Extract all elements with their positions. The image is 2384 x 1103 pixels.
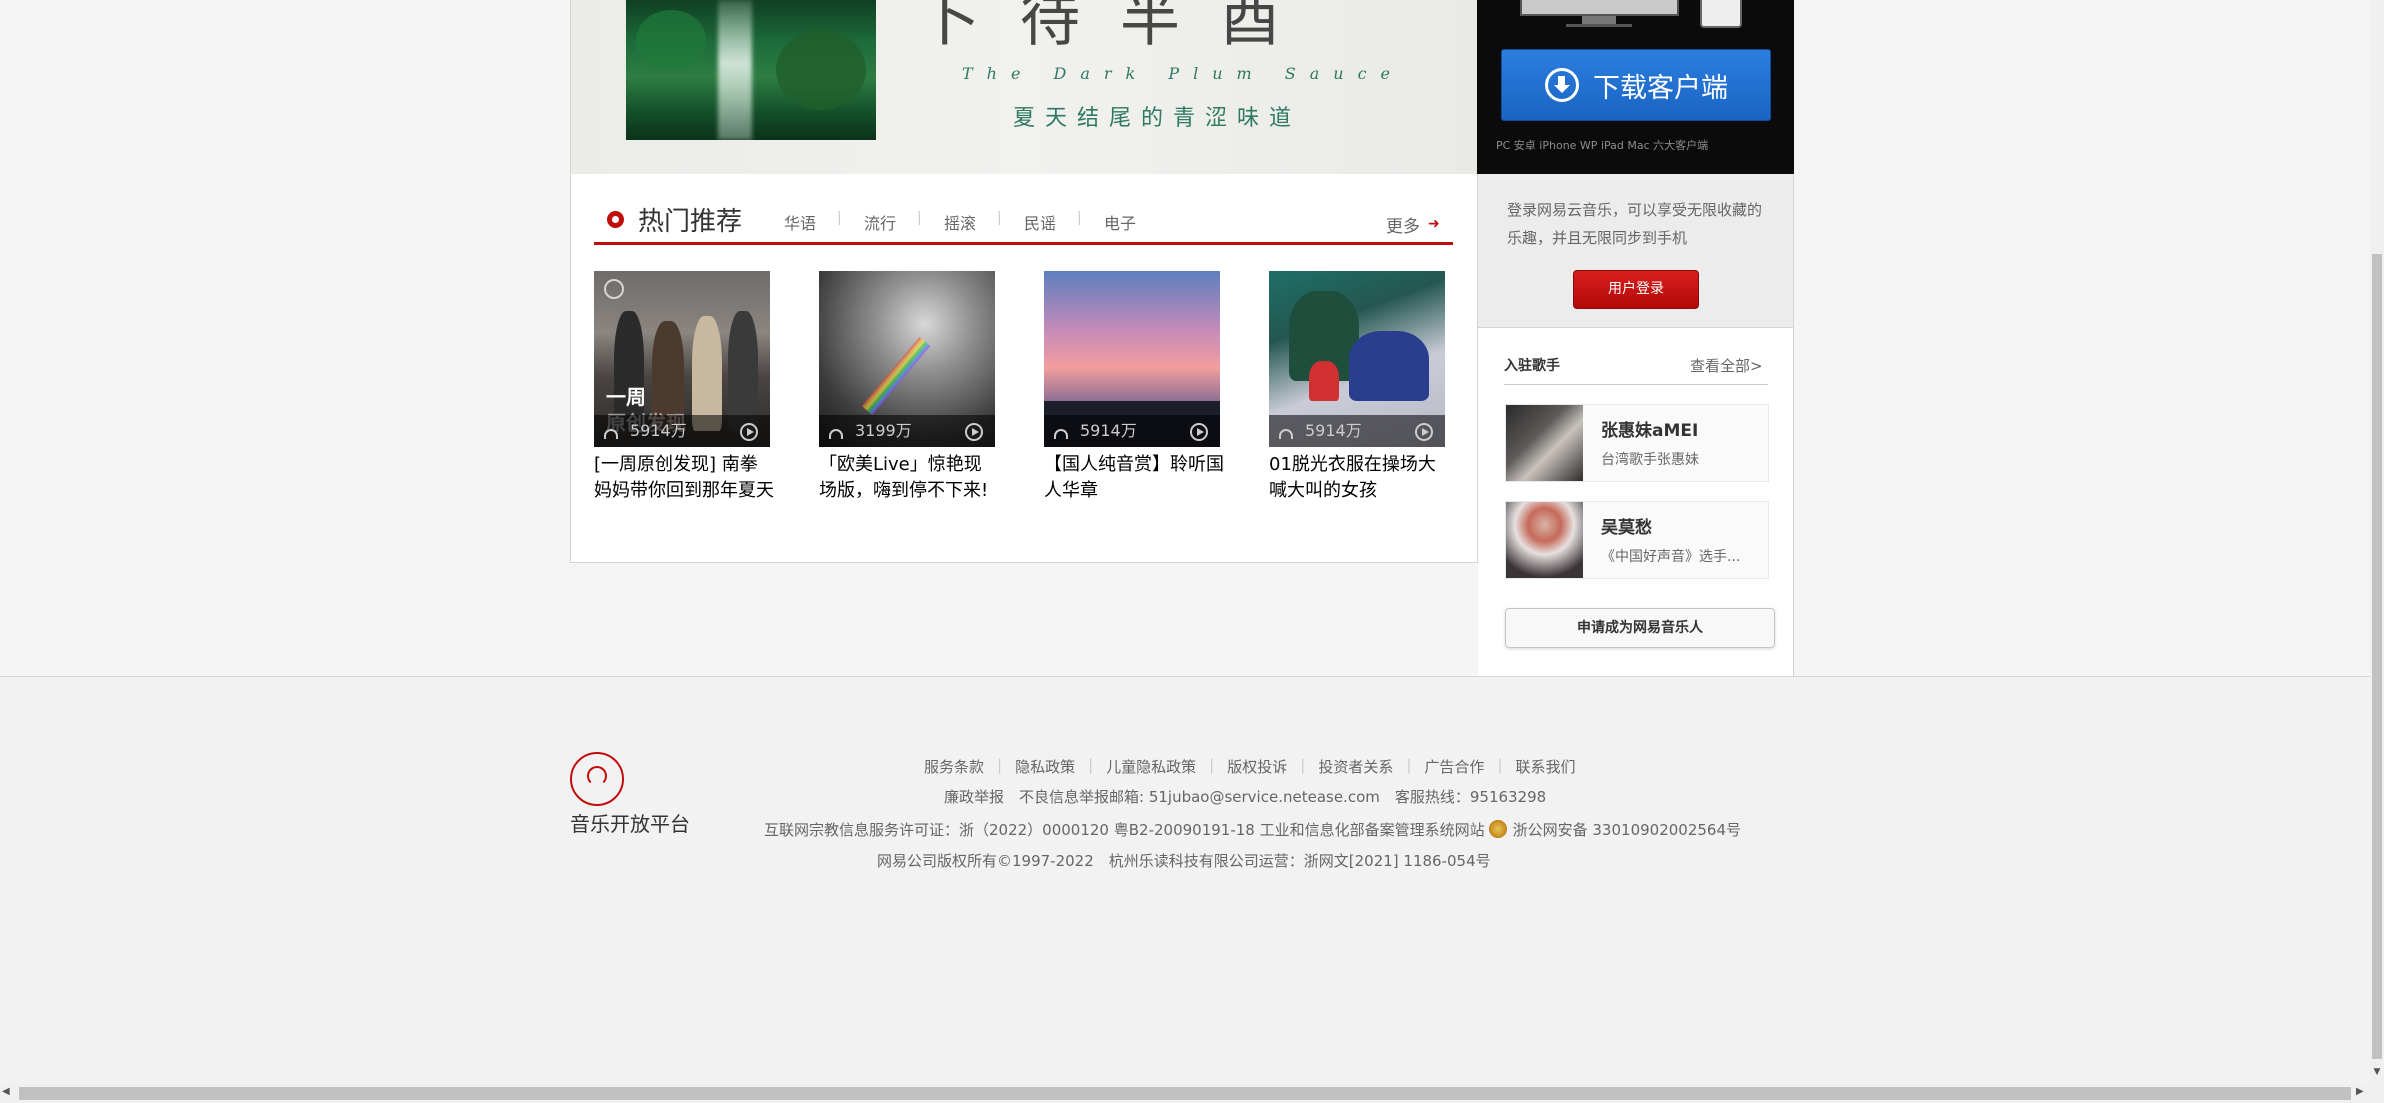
tab-separator: | [837, 210, 842, 226]
playlist-cover[interactable]: 5914万 [1044, 271, 1220, 447]
play-icon[interactable] [1190, 423, 1208, 441]
play-icon[interactable] [740, 423, 758, 441]
scroll-left-icon[interactable]: ◀ [2, 1086, 10, 1097]
banner-slogan: 夏天结尾的青涩味道 [1013, 106, 1302, 131]
banner-calligraphy: 卜待半酉 [920, 0, 1320, 55]
tab-folk[interactable]: 民谣 [1024, 210, 1056, 234]
download-client-button[interactable]: 下载客户端 [1501, 49, 1771, 121]
footer [0, 676, 2370, 1085]
tab-separator: | [917, 210, 922, 226]
footer-copyright-line: 网易公司版权所有©1997-2022 杭州乐读科技有限公司运营：浙网文[2021… [877, 852, 1491, 870]
footer-link-contact[interactable]: 联系我们 [1515, 756, 1575, 777]
footer-report-line: 廉政举报 不良信息举报邮箱: 51jubao@service.netease.c… [944, 788, 1547, 806]
arrow-right-icon[interactable]: ➜ [1428, 216, 1440, 232]
tab-electronic[interactable]: 电子 [1104, 210, 1136, 234]
singer-card[interactable]: 张惠妹aMEI 台湾歌手张惠妹 [1505, 404, 1769, 482]
cover-overlay-text: 一周 [606, 385, 646, 409]
tab-separator: | [1077, 210, 1082, 226]
footer-link-investors[interactable]: 投资者关系 [1318, 756, 1393, 777]
singer-name: 吴莫愁 [1601, 518, 1652, 538]
banner-waterfall-image [626, 0, 876, 140]
footer-license-line: 互联网宗教信息服务许可证：浙（2022）0000120 粤B2-20090191… [764, 819, 1741, 840]
user-login-button[interactable]: 用户登录 [1573, 270, 1699, 309]
devices-illustration [1520, 0, 1750, 30]
scroll-down-icon[interactable]: ▼ [2370, 1060, 2384, 1084]
license-text[interactable]: 互联网宗教信息服务许可证：浙（2022）0000120 粤B2-20090191… [764, 821, 1485, 839]
footer-link-child-privacy[interactable]: 儿童隐私政策 [1106, 756, 1196, 777]
singer-card[interactable]: 吴莫愁 《中国好声音》选手... [1505, 501, 1769, 579]
download-platforms: PC 安卓 iPhone WP iPad Mac 六大客户端 [1496, 139, 1709, 152]
hot-recommend-title[interactable]: 热门推荐 [638, 201, 742, 238]
footer-link-copyright[interactable]: 版权投诉 [1227, 756, 1287, 777]
police-record-text[interactable]: 浙公网安备 33010902002564号 [1513, 821, 1741, 839]
play-icon[interactable] [965, 423, 983, 441]
singers-title: 入驻歌手 [1504, 358, 1560, 374]
tab-pop[interactable]: 流行 [864, 210, 896, 234]
playlist-title[interactable]: 01脱光衣服在操场大喊大叫的女孩 [1269, 452, 1449, 504]
singers-divider [1504, 384, 1768, 385]
tab-rock[interactable]: 摇滚 [944, 210, 976, 234]
footer-links: 服务条款 | 隐私政策 | 儿童隐私政策 | 版权投诉 | 投资者关系 | 广告合作 | 联… [924, 756, 1576, 777]
headphone-icon [1054, 429, 1068, 439]
play-count: 3199万 [855, 421, 912, 440]
vertical-scrollbar-thumb[interactable] [2372, 254, 2382, 1059]
footer-link-terms[interactable]: 服务条款 [924, 756, 984, 777]
view-all-singers-link[interactable]: 查看全部> [1690, 355, 1763, 376]
banner-subtitle: The Dark Plum Sauce [962, 64, 1405, 83]
playlist-cover[interactable]: 3199万 [819, 271, 995, 447]
playlist-cover[interactable]: 5914万 [1269, 271, 1445, 447]
download-icon [1545, 68, 1579, 102]
headphone-icon [604, 429, 618, 439]
hot-recommend-icon [607, 211, 624, 228]
download-client-label: 下载客户端 [1593, 72, 1728, 104]
footer-link-privacy[interactable]: 隐私政策 [1015, 756, 1075, 777]
playlist-title[interactable]: 「欧美Live」惊艳现场版，嗨到停不下来! [819, 452, 999, 504]
play-count: 5914万 [630, 421, 687, 440]
singer-avatar [1506, 405, 1583, 481]
singer-desc: 台湾歌手张惠妹 [1601, 452, 1699, 468]
footer-link-ads[interactable]: 广告合作 [1424, 756, 1484, 777]
headphone-icon [829, 429, 843, 439]
play-icon[interactable] [1415, 423, 1433, 441]
police-badge-icon [1488, 820, 1507, 838]
singer-desc: 《中国好声音》选手... [1601, 549, 1741, 565]
section-divider [594, 242, 1453, 245]
scroll-right-icon[interactable]: ▶ [2356, 1086, 2364, 1097]
singer-avatar [1506, 502, 1583, 578]
open-platform-icon[interactable] [570, 752, 624, 806]
headphone-icon [1279, 429, 1293, 439]
horizontal-scrollbar-thumb[interactable] [19, 1087, 2351, 1100]
play-count: 5914万 [1080, 421, 1137, 440]
tab-chinese[interactable]: 华语 [784, 210, 816, 234]
playlist-title[interactable]: 【国人纯音赏】聆听国人华章 [1044, 452, 1224, 504]
singer-name: 张惠妹aMEI [1601, 421, 1699, 441]
playlist-cover[interactable]: 一周 原创发现 5914万 [594, 271, 770, 447]
apply-musician-button[interactable]: 申请成为网易音乐人 [1505, 608, 1775, 648]
play-count: 5914万 [1305, 421, 1362, 440]
playlist-title[interactable]: [一周原创发现] 南拳妈妈带你回到那年夏天 [594, 452, 774, 504]
tab-separator: | [997, 210, 1002, 226]
more-link[interactable]: 更多 [1386, 212, 1420, 237]
login-prompt: 登录网易云音乐，可以享受无限收藏的乐趣，并且无限同步到手机 [1507, 201, 1763, 247]
open-platform-label[interactable]: 音乐开放平台 [570, 808, 690, 837]
netease-logo-icon [604, 279, 624, 299]
